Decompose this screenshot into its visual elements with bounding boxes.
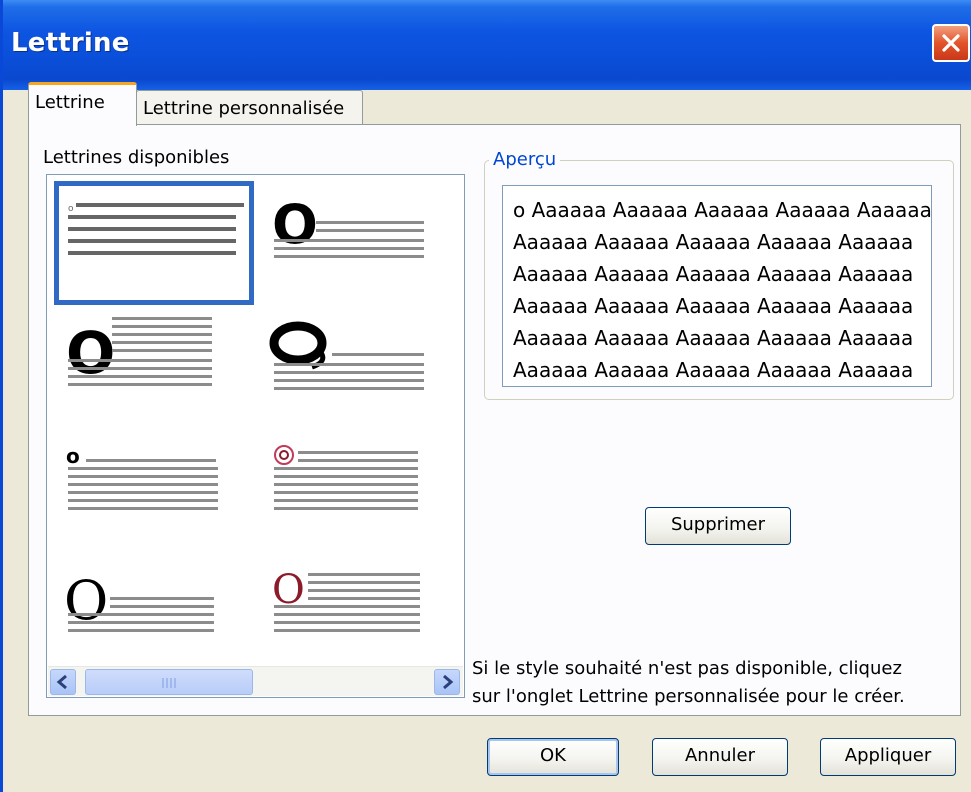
preview-line: Aaaaaa Aaaaaa Aaaaaa Aaaaaa Aaaaaa bbox=[513, 262, 914, 286]
cancel-button[interactable]: Annuler bbox=[652, 738, 788, 776]
help-text-line-1: Si le style souhaité n'est pas disponibl… bbox=[472, 658, 902, 679]
preview-group: Aperçu o Aaaaaa Aaaaaa Aaaaaa Aaaaaa Aaa… bbox=[484, 149, 954, 400]
styles-listbox[interactable]: o O O o O O bbox=[46, 174, 465, 698]
title-bar[interactable]: Lettrine bbox=[3, 0, 971, 90]
horizontal-scrollbar[interactable] bbox=[48, 666, 463, 696]
tab-panel: Lettrines disponibles o O O o O O Aperçu… bbox=[28, 124, 961, 716]
help-text-line-2: sur l'onglet Lettrine personnalisée pour… bbox=[472, 686, 905, 707]
preview-line: Aaaaaa Aaaaaa Aaaaaa Aaaaaa Aaaaaa bbox=[513, 326, 914, 350]
style-preview-graphic: O bbox=[272, 567, 420, 632]
ok-button[interactable]: OK bbox=[487, 738, 619, 776]
close-button[interactable] bbox=[932, 24, 970, 62]
style-thumbnail-dropped-serif-black[interactable]: O bbox=[54, 553, 254, 677]
arrow-left-icon bbox=[56, 674, 67, 690]
style-thumbnail-dropped-large[interactable]: O bbox=[54, 305, 254, 429]
preview-line: o Aaaaaa Aaaaaa Aaaaaa Aaaaaa Aaaaaa bbox=[513, 198, 932, 222]
svg-text:o: o bbox=[66, 444, 80, 468]
scroll-right-button[interactable] bbox=[434, 669, 460, 695]
preview-legend: Aperçu bbox=[489, 149, 561, 170]
style-preview-graphic: O bbox=[64, 569, 214, 632]
style-thumbnail-circled-red[interactable] bbox=[260, 429, 460, 553]
style-thumbnail-dropped-serif-red[interactable]: O bbox=[260, 553, 460, 677]
svg-text:o: o bbox=[68, 204, 74, 214]
tab-lettrine[interactable]: Lettrine bbox=[28, 82, 137, 126]
close-icon bbox=[942, 34, 960, 52]
style-preview-graphic bbox=[269, 321, 424, 390]
style-thumbnail-dropped-bold[interactable]: O bbox=[260, 181, 460, 305]
apply-button[interactable]: Appliquer bbox=[820, 738, 956, 776]
style-preview-graphic: o bbox=[68, 203, 244, 255]
tab-lettrine-personnalisee[interactable]: Lettrine personnalisée bbox=[136, 90, 363, 126]
svg-text:O: O bbox=[272, 193, 318, 256]
available-styles-label: Lettrines disponibles bbox=[43, 147, 230, 168]
dialog-window: Lettrine Lettrine Lettrine personnalisée… bbox=[0, 0, 971, 792]
style-preview-graphic bbox=[274, 445, 418, 510]
arrow-right-icon bbox=[443, 674, 454, 690]
style-preview-graphic: O bbox=[272, 193, 424, 258]
scroll-left-button[interactable] bbox=[50, 669, 76, 695]
tab-lettrine-label: Lettrine bbox=[35, 92, 105, 113]
scrollbar-thumb[interactable] bbox=[85, 669, 253, 695]
grip-icon bbox=[162, 678, 176, 688]
style-thumbnail-none-inline[interactable]: o bbox=[54, 181, 254, 305]
preview-box: o Aaaaaa Aaaaaa Aaaaaa Aaaaaa Aaaaaa Aaa… bbox=[502, 185, 932, 387]
window-title: Lettrine bbox=[11, 28, 130, 58]
delete-button[interactable]: Supprimer bbox=[645, 507, 791, 545]
style-preview-graphic: o bbox=[66, 444, 218, 510]
preview-line: Aaaaaa Aaaaaa Aaaaaa Aaaaaa Aaaaaa bbox=[513, 230, 914, 254]
tab-lettrine-personnalisee-label: Lettrine personnalisée bbox=[143, 98, 345, 119]
help-text: Si le style souhaité n'est pas disponibl… bbox=[472, 655, 952, 711]
style-preview-graphic: O bbox=[66, 317, 212, 387]
preview-line: Aaaaaa Aaaaaa Aaaaaa Aaaaaa Aaaaaa bbox=[513, 294, 914, 318]
style-thumbnail-dropped-ornate[interactable] bbox=[260, 305, 460, 429]
style-thumbnail-small-bold[interactable]: o bbox=[54, 429, 254, 553]
preview-line: Aaaaaa Aaaaaa Aaaaaa Aaaaaa Aaaaaa bbox=[513, 358, 914, 382]
